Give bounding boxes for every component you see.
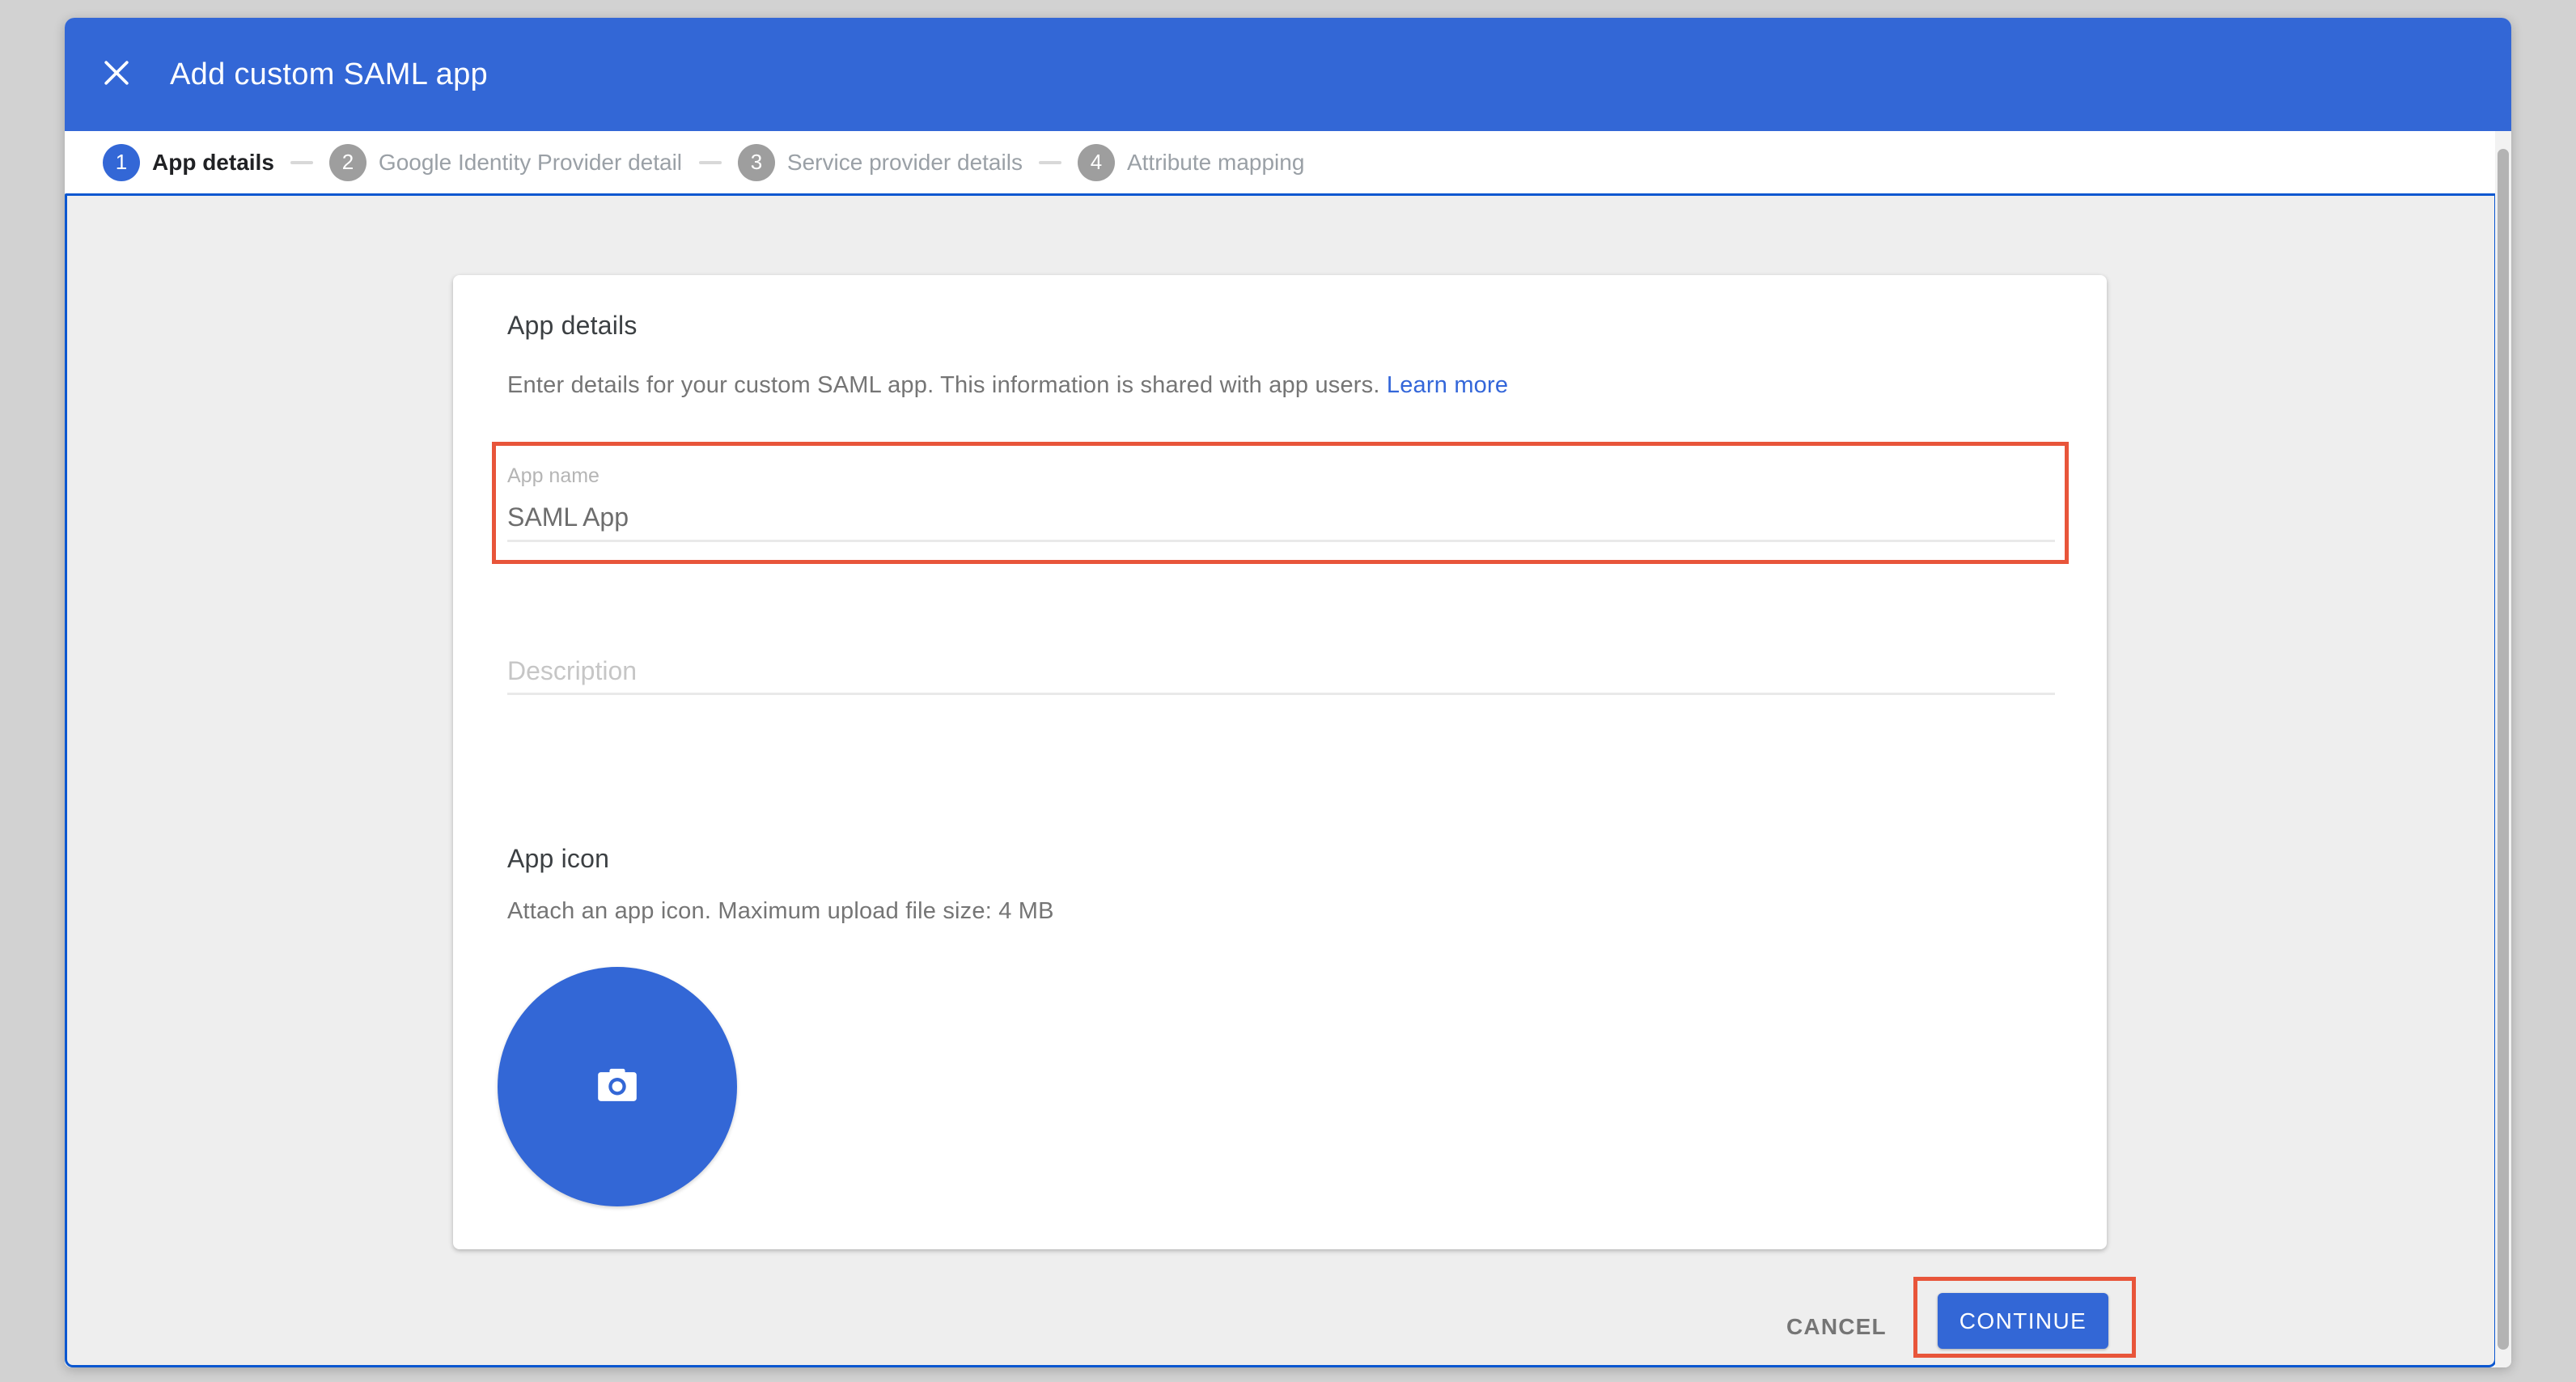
step-4-badge: 4 (1078, 144, 1115, 181)
dialog-title: Add custom SAML app (170, 18, 488, 131)
step-service-provider-details[interactable]: 3 Service provider details (738, 144, 1023, 181)
section-description-text: Enter details for your custom SAML app. … (507, 372, 1380, 398)
step-1-badge: 1 (103, 144, 140, 181)
learn-more-link[interactable]: Learn more (1387, 372, 1508, 398)
step-attribute-mapping[interactable]: 4 Attribute mapping (1078, 144, 1304, 181)
scrollbar-thumb[interactable] (2498, 149, 2509, 1350)
cancel-button[interactable]: CANCEL (1786, 1306, 1887, 1348)
step-separator (1039, 161, 1061, 164)
app-name-input[interactable]: SAML App (507, 502, 2055, 532)
step-3-badge: 3 (738, 144, 775, 181)
step-separator (699, 161, 722, 164)
description-underline (507, 693, 2055, 695)
step-4-label: Attribute mapping (1127, 150, 1304, 176)
camera-icon (594, 1066, 641, 1107)
app-icon-hint: Attach an app icon. Maximum upload file … (507, 898, 1054, 925)
app-details-card: App details Enter details for your custo… (453, 275, 2107, 1249)
step-app-details[interactable]: 1 App details (103, 144, 274, 181)
app-icon-title: App icon (507, 844, 609, 874)
step-2-badge: 2 (329, 144, 366, 181)
stepper: 1 App details 2 Google Identity Provider… (65, 131, 2511, 193)
close-button[interactable] (97, 53, 136, 92)
scrollbar[interactable] (2495, 131, 2511, 1367)
add-custom-saml-app-dialog: Add custom SAML app 1 App details 2 Goog… (65, 18, 2511, 1367)
description-input[interactable]: Description (507, 656, 2055, 686)
step-google-idp-details[interactable]: 2 Google Identity Provider details (329, 144, 683, 181)
step-2-label: Google Identity Provider details (379, 150, 683, 176)
step-1-label: App details (152, 150, 274, 176)
step-3-label: Service provider details (787, 150, 1023, 176)
app-name-label: App name (507, 464, 600, 488)
dialog-content: App details Enter details for your custo… (65, 193, 2497, 1367)
section-title: App details (507, 311, 638, 341)
app-icon-upload-button[interactable] (498, 967, 737, 1206)
app-name-underline (507, 540, 2055, 542)
continue-button[interactable]: CONTINUE (1938, 1293, 2108, 1349)
close-icon (99, 55, 134, 91)
step-separator (290, 161, 313, 164)
section-description: Enter details for your custom SAML app. … (507, 372, 1508, 399)
dialog-header: Add custom SAML app (65, 18, 2511, 131)
